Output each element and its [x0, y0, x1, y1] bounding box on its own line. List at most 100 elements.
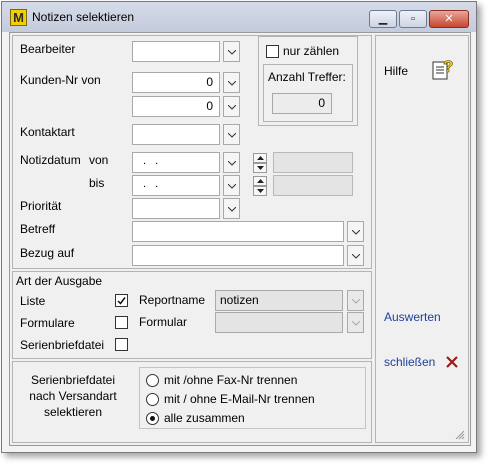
count-options-box: nur zählen Anzahl Treffer: 0 [258, 36, 358, 126]
serienbriefdatei-checkbox[interactable] [115, 338, 128, 351]
bearbeiter-input[interactable] [132, 41, 220, 62]
von-spin-down-button[interactable] [253, 163, 267, 173]
close-window-button[interactable]: ✕ [429, 10, 469, 28]
kunden-von-dropdown-button[interactable] [223, 72, 240, 93]
chevron-down-icon [228, 133, 236, 138]
betreff-input[interactable] [132, 221, 344, 242]
notizdatum-label: Notizdatum [20, 153, 81, 167]
radio-selected-dot [150, 416, 155, 421]
formular-label: Formular [139, 315, 188, 329]
versandart-radio-alle[interactable] [146, 412, 159, 425]
chevron-down-icon [228, 105, 236, 110]
bezug-auf-label: Bezug auf [20, 246, 75, 260]
anzahl-treffer-value: 0 [272, 93, 332, 114]
minimize-button[interactable]: ▁ [369, 10, 397, 28]
bearbeiter-dropdown-button[interactable] [223, 41, 240, 62]
reportname-dropdown-button[interactable] [347, 290, 364, 311]
reportname-input[interactable]: notizen [215, 290, 343, 311]
bezug-auf-dropdown-button[interactable] [347, 245, 364, 266]
liste-checkbox[interactable] [115, 294, 128, 307]
chevron-down-icon [228, 81, 236, 86]
kunden-nr-von-input[interactable]: 0 [132, 72, 220, 93]
reportname-label: Reportname [139, 293, 206, 307]
actions-pane: Hilfe ? Auswerten schließen [375, 35, 469, 443]
notizdatum-bis-dropdown-button[interactable] [223, 175, 240, 196]
app-logo-icon: M [10, 9, 27, 26]
chevron-down-icon [352, 321, 360, 326]
formular-dropdown-button[interactable] [347, 312, 364, 333]
chevron-down-icon [228, 207, 236, 212]
bearbeiter-label: Bearbeiter [20, 42, 76, 56]
notizdatum-von-label: von [89, 153, 109, 167]
ausgabe-title: Art der Ausgabe [16, 274, 103, 288]
bis-spin-up-button[interactable] [253, 176, 267, 186]
chevron-down-icon [228, 50, 236, 55]
close-x-icon[interactable] [446, 356, 458, 368]
notizdatum-von-extra-field [273, 152, 353, 173]
kunden-bis-dropdown-button[interactable] [223, 96, 240, 117]
versandart-label-line3: selektieren [43, 405, 103, 419]
window-title: Notizen selektieren [32, 10, 135, 24]
spin-down-icon [257, 189, 264, 193]
versandart-radio-email[interactable] [146, 393, 159, 406]
prioritaet-label: Priorität [20, 199, 62, 213]
maximize-button[interactable]: ▫ [399, 10, 427, 28]
dialog-client-area: Bearbeiter nur zählen Anzahl Treffer: 0 … [9, 32, 471, 446]
versandart-label-line2: nach Versandart [29, 389, 117, 403]
liste-label: Liste [20, 294, 46, 308]
title-bar[interactable]: M Notizen selektieren ▁ ▫ ✕ [2, 2, 476, 32]
close-icon: ✕ [444, 13, 454, 25]
anzahl-treffer-label: Anzahl Treffer: [268, 70, 346, 84]
chevron-down-icon [352, 230, 360, 235]
nur-zaehlen-checkbox[interactable] [266, 45, 279, 58]
chevron-down-icon [352, 299, 360, 304]
maximize-icon: ▫ [411, 13, 415, 25]
notizdatum-bis-input[interactable]: . . [132, 175, 220, 196]
notizdatum-bis-label: bis [89, 176, 105, 190]
betreff-label: Betreff [20, 222, 56, 236]
prioritaet-input[interactable] [132, 198, 220, 219]
spin-up-icon [257, 156, 264, 160]
dialog-window: M Notizen selektieren ▁ ▫ ✕ Bearbeiter n… [1, 1, 477, 453]
versandart-option-fax: mit /ohne Fax-Nr trennen [164, 373, 298, 387]
formulare-checkbox[interactable] [115, 316, 128, 329]
serienbriefdatei-label: Serienbriefdatei [20, 338, 105, 352]
versandart-radio-fax[interactable] [146, 374, 159, 387]
versandart-pane: Serienbriefdatei nach Versandart selekti… [12, 361, 372, 443]
formulare-label: Formulare [20, 316, 75, 330]
help-icon[interactable]: ? [432, 56, 456, 82]
auswerten-button[interactable]: Auswerten [384, 310, 441, 324]
betreff-dropdown-button[interactable] [347, 221, 364, 242]
minimize-icon: ▁ [378, 13, 388, 25]
criteria-pane: Bearbeiter nur zählen Anzahl Treffer: 0 … [12, 35, 372, 269]
chevron-down-icon [228, 161, 236, 166]
kunden-nr-bis-input[interactable]: 0 [132, 96, 220, 117]
von-spin-up-button[interactable] [253, 153, 267, 163]
bezug-auf-input[interactable] [132, 245, 344, 266]
kontaktart-input[interactable] [132, 124, 220, 145]
prioritaet-dropdown-button[interactable] [223, 198, 240, 219]
schliessen-button[interactable]: schließen [384, 355, 435, 369]
kunden-nr-von-label: Kunden-Nr von [20, 73, 101, 87]
chevron-down-icon [228, 184, 236, 189]
ausgabe-pane: Art der Ausgabe Liste Reportname notizen… [12, 271, 372, 359]
versandart-option-alle: alle zusammen [164, 411, 245, 425]
notizdatum-bis-extra-field [273, 175, 353, 196]
versandart-option-email: mit / ohne E-Mail-Nr trennen [164, 392, 315, 406]
notizdatum-von-input[interactable]: . . [132, 152, 220, 173]
nur-zaehlen-label: nur zählen [283, 44, 340, 58]
checkmark-icon [117, 297, 126, 305]
versandart-radio-group: mit /ohne Fax-Nr trennen mit / ohne E-Ma… [139, 367, 366, 429]
resize-grip-icon[interactable] [455, 429, 465, 440]
formular-input[interactable] [215, 312, 343, 333]
chevron-down-icon [352, 254, 360, 259]
svg-text:?: ? [443, 57, 453, 76]
notizdatum-von-dropdown-button[interactable] [223, 152, 240, 173]
kontaktart-dropdown-button[interactable] [223, 124, 240, 145]
anzahl-treffer-group: Anzahl Treffer: 0 [263, 64, 353, 122]
bis-spin-down-button[interactable] [253, 186, 267, 196]
hilfe-label[interactable]: Hilfe [384, 64, 408, 78]
spin-up-icon [257, 179, 264, 183]
kontaktart-label: Kontaktart [20, 125, 75, 139]
versandart-label-line1: Serienbriefdatei [30, 373, 116, 387]
